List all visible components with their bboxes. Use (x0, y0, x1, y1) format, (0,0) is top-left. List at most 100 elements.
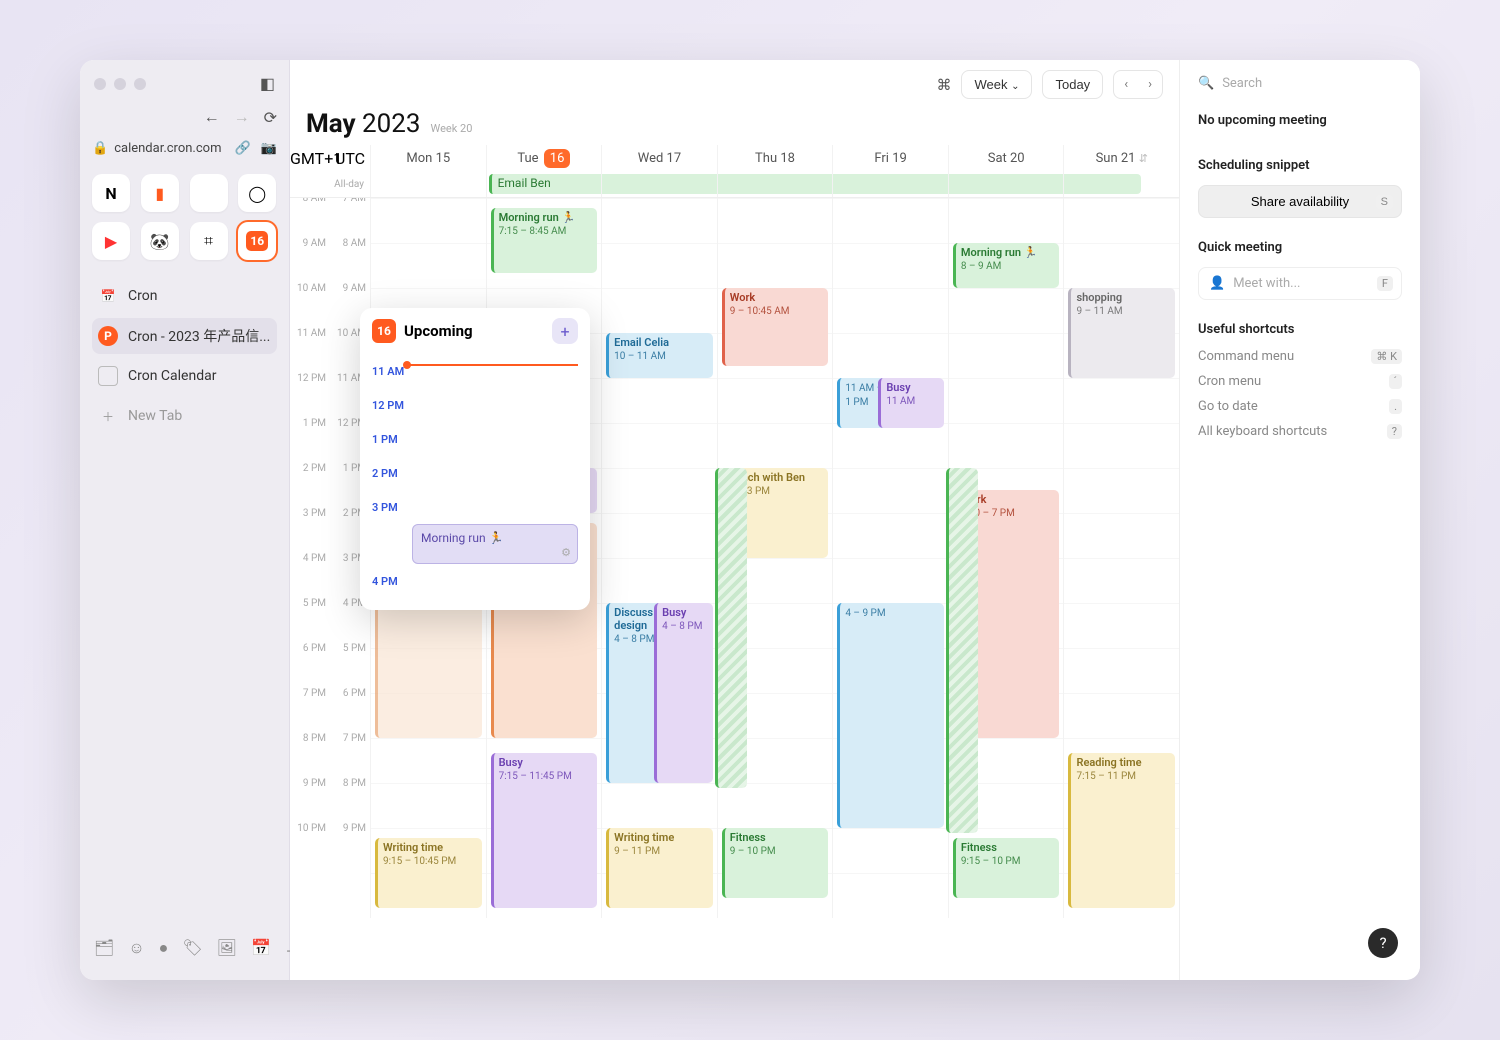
calendar-event[interactable]: Busy7:15 – 11:45 PM (491, 753, 598, 908)
col-sun[interactable]: shopping9 – 11 AM Reading time7:15 – 11 P… (1063, 198, 1179, 918)
calendar-event[interactable]: 4 – 9 PM (837, 603, 944, 828)
calendar-event[interactable]: Fitness9 – 10 PM (722, 828, 829, 898)
title-row: May 2023 Week 20 (290, 109, 1179, 145)
week-nav: ‹ › (1113, 70, 1163, 99)
day-wed[interactable]: Wed 17 (601, 145, 717, 172)
app-cron[interactable]: 16 (238, 222, 276, 260)
meet-with-input[interactable]: 👤 Meet with... F (1198, 267, 1402, 300)
camera-icon[interactable]: 📷 (261, 141, 277, 156)
gear-icon[interactable]: ⚙ (561, 546, 571, 559)
shortcut-item[interactable]: Cron menu´ (1198, 374, 1402, 389)
calendar-event[interactable]: Email Celia10 – 11 AM (606, 333, 713, 378)
tab-label: Cron - 2023 年产品信... (128, 326, 270, 346)
app-apple[interactable] (190, 174, 228, 212)
calendar-event[interactable]: Busy4 – 8 PM (654, 603, 713, 783)
calendar-event[interactable]: Fitness9:15 – 10 PM (953, 838, 1060, 898)
popover-hour: 12 PM (372, 388, 578, 422)
emoji-icon[interactable]: ☺ (128, 938, 144, 962)
calendar-event[interactable]: Writing time9 – 11 PM (606, 828, 713, 908)
next-week[interactable]: › (1138, 71, 1162, 98)
plus-icon: ＋ (98, 406, 118, 426)
url-bar[interactable]: 🔒 calendar.cron.com 🔗 📷 (92, 137, 277, 160)
traffic-min[interactable] (114, 78, 126, 90)
day-sun[interactable]: Sun 21 ⇵ (1063, 145, 1179, 172)
day-mon[interactable]: Mon 15 (370, 145, 486, 172)
days-header: GMT+1 UTC Mon 15 Tue 16 Wed 17 Thu 18 Fr… (290, 145, 1179, 172)
help-button[interactable]: ? (1368, 928, 1398, 958)
col-fri[interactable]: 11 AM – 1 PMBusy11 AM4 – 9 PM (832, 198, 948, 918)
kbd-f: F (1377, 276, 1393, 291)
cal-icon[interactable]: 📅 (251, 938, 271, 962)
app-window: ◧ ← → ⟳ 🔒 calendar.cron.com 🔗 📷 N ▮ ◯ ▶ … (80, 60, 1420, 980)
col-thu[interactable]: Work9 – 10:45 AMLunch with Ben1 – 3 PMFi… (717, 198, 833, 918)
prev-week[interactable]: ‹ (1114, 71, 1138, 98)
sidebar-toggle-icon[interactable]: ◧ (260, 74, 275, 93)
view-dropdown[interactable]: Week ⌄ (961, 70, 1032, 99)
right-panel: 🔍 Search No upcoming meeting Scheduling … (1180, 60, 1420, 980)
shortcut-item[interactable]: Go to date. (1198, 399, 1402, 414)
day-sat[interactable]: Sat 20 (948, 145, 1064, 172)
popover-body: 11 AM12 PM1 PM2 PM3 PM Morning run 🏃 ⚙ 4… (360, 354, 590, 610)
col-sat[interactable]: Morning run 🏃8 – 9 AMWork1:30 – 7 PMFitn… (948, 198, 1064, 918)
calendar-event[interactable] (715, 468, 748, 788)
popover-hour: 11 AM (372, 354, 578, 388)
day-tue[interactable]: Tue 16 (486, 145, 602, 172)
calendar-event[interactable] (946, 468, 979, 833)
shortcut-item[interactable]: Command menu⌘ K (1198, 349, 1402, 364)
popover-hour: 3 PM (372, 490, 578, 524)
tab-label: Cron (128, 288, 157, 304)
person-icon: 👤 (1209, 276, 1225, 291)
calendar-event[interactable]: Morning run 🏃7:15 – 8:45 AM (491, 208, 598, 273)
day-fri[interactable]: Fri 19 (832, 145, 948, 172)
traffic-lights: ◧ (92, 70, 277, 97)
tab-cron-calendar[interactable]: Cron Calendar (92, 358, 277, 394)
shortcuts-heading: Useful shortcuts (1198, 322, 1402, 337)
traffic-max[interactable] (134, 78, 146, 90)
tz-utc: UTC (330, 145, 370, 172)
traffic-close[interactable] (94, 78, 106, 90)
app-crop[interactable]: ⌗ (190, 222, 228, 260)
link-icon[interactable]: 🔗 (235, 141, 251, 156)
archive-icon[interactable]: 🗂 (94, 938, 114, 962)
command-icon[interactable]: ⌘ (936, 76, 951, 94)
col-wed[interactable]: Email Celia10 – 11 AMDiscuss design4 – 8… (601, 198, 717, 918)
dot-icon[interactable]: ● (159, 938, 169, 962)
cron-icon: 📅 (98, 286, 118, 306)
calendar-event[interactable]: Reading time7:15 – 11 PM (1068, 753, 1175, 908)
forward-icon[interactable]: → (234, 107, 250, 127)
calendar-event[interactable]: Writing time9:15 – 10:45 PM (375, 838, 482, 908)
bottom-icons: 🗂 ☺ ● 🏷 🖼 📅 ＋ (92, 930, 277, 970)
app-figma[interactable]: ▮ (141, 174, 179, 212)
new-tab[interactable]: ＋ New Tab (92, 398, 277, 434)
calendar-event[interactable]: shopping9 – 11 AM (1068, 288, 1175, 378)
image-icon[interactable]: 🖼 (217, 938, 237, 962)
popover-event[interactable]: Morning run 🏃 ⚙ (412, 524, 578, 564)
url-text: calendar.cron.com (114, 141, 221, 156)
back-icon[interactable]: ← (204, 107, 220, 127)
tab-cron-product[interactable]: P Cron - 2023 年产品信... (92, 318, 277, 354)
snippet-heading: Scheduling snippet (1198, 158, 1402, 173)
calendar-event[interactable]: Work9 – 10:45 AM (722, 288, 829, 366)
tag-icon[interactable]: 🏷 (182, 938, 202, 962)
day-thu[interactable]: Thu 18 (717, 145, 833, 172)
share-availability-button[interactable]: Share availability S (1198, 185, 1402, 218)
popover-header: 16 Upcoming + (360, 308, 590, 354)
today-button[interactable]: Today (1042, 70, 1103, 99)
popover-hour: 2 PM (372, 456, 578, 490)
search-box[interactable]: 🔍 Search (1198, 76, 1402, 91)
lock-icon: 🔒 (92, 141, 108, 156)
popover-add-button[interactable]: + (552, 318, 578, 344)
app-youtube[interactable]: ▶ (92, 222, 130, 260)
popover-title: Upcoming (404, 322, 473, 340)
nav-row: ← → ⟳ (92, 97, 277, 137)
calendar-event[interactable]: Morning run 🏃8 – 9 AM (953, 243, 1060, 288)
app-github[interactable]: ◯ (238, 174, 276, 212)
calendar-event[interactable]: Busy11 AM (878, 378, 944, 428)
app-panda[interactable]: 🐼 (141, 222, 179, 260)
tab-cron[interactable]: 📅 Cron (92, 278, 277, 314)
reload-icon[interactable]: ⟳ (264, 108, 277, 127)
browser-sidebar: ◧ ← → ⟳ 🔒 calendar.cron.com 🔗 📷 N ▮ ◯ ▶ … (80, 60, 290, 980)
app-notion[interactable]: N (92, 174, 130, 212)
square-icon (98, 366, 118, 386)
shortcut-item[interactable]: All keyboard shortcuts? (1198, 424, 1402, 439)
